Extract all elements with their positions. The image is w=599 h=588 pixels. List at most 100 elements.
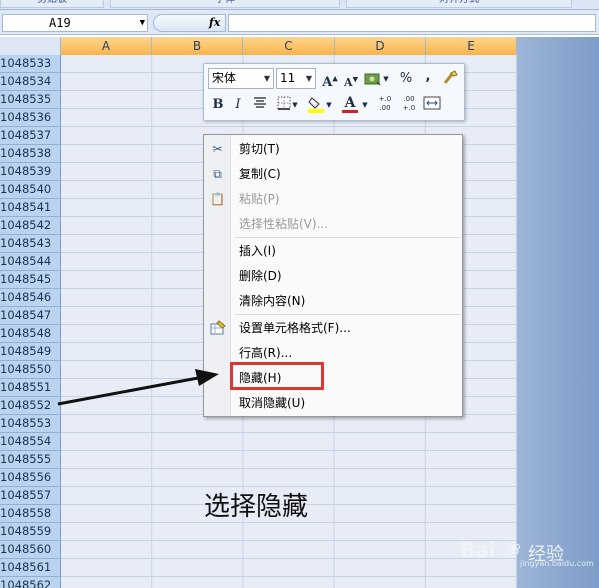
merge-center-icon	[423, 96, 441, 110]
insert-function-button[interactable]: fx	[153, 14, 226, 32]
row-header[interactable]: 1048534	[0, 73, 61, 91]
shrink-font-button[interactable]: A▼	[341, 69, 361, 89]
row-header[interactable]: 1048560	[0, 541, 61, 559]
menu-item-paste-special: 选择性粘贴(V)...	[204, 212, 462, 236]
row-header[interactable]: 1048533	[0, 55, 61, 73]
row-header[interactable]: 1048561	[0, 559, 61, 577]
decrease-decimal-button[interactable]: .00 +.0	[398, 95, 420, 115]
menu-item-format-cells[interactable]: 设置单元格格式(F)...	[204, 316, 462, 340]
font-size-select[interactable]: 11 ▼	[276, 68, 316, 89]
align-center-icon	[254, 97, 266, 108]
row-header[interactable]: 1048545	[0, 271, 61, 289]
menu-item-unhide[interactable]: 取消隐藏(U)	[204, 391, 462, 415]
chevron-down-icon[interactable]: ▼	[324, 95, 334, 115]
menu-item-cut[interactable]: ✂ 剪切(T)	[204, 137, 462, 161]
menu-item-insert[interactable]: 插入(I)	[204, 239, 462, 263]
increase-decimal-icon: +.0 .00	[378, 95, 392, 112]
row-header[interactable]: 1048540	[0, 181, 61, 199]
grow-font-button[interactable]: A▲	[320, 69, 340, 91]
row-header[interactable]: 1048562	[0, 577, 61, 588]
grow-font-icon: A▲	[322, 74, 338, 91]
row-header[interactable]: 1048559	[0, 523, 61, 541]
row-header[interactable]: 1048556	[0, 469, 61, 487]
bold-button[interactable]: B	[208, 95, 228, 115]
row-header[interactable]: 1048557	[0, 487, 61, 505]
column-header-d[interactable]: D	[335, 37, 426, 55]
row-header[interactable]: 1048541	[0, 199, 61, 217]
chevron-down-icon[interactable]: ▼	[290, 95, 300, 115]
fx-icon: fx	[209, 16, 221, 29]
row-header[interactable]: 1048535	[0, 91, 61, 109]
select-all-corner[interactable]	[0, 37, 61, 55]
column-header-b[interactable]: B	[152, 37, 243, 55]
format-painter-button[interactable]	[440, 69, 460, 89]
row-header[interactable]: 1048539	[0, 163, 61, 181]
row-header[interactable]: 1048550	[0, 361, 61, 379]
row-header[interactable]: 1048553	[0, 415, 61, 433]
window-background	[517, 37, 599, 588]
menu-item-label: 选择性粘贴(V)...	[239, 217, 329, 231]
font-color-button[interactable]: A	[340, 93, 360, 113]
ribbon-strip: 剪贴板 字体 对齐方式	[0, 0, 599, 10]
row-header[interactable]: 1048542	[0, 217, 61, 235]
watermark-brand: Bai	[460, 538, 496, 562]
italic-button[interactable]: I	[228, 95, 248, 115]
merge-center-button[interactable]	[422, 95, 442, 115]
row-headers: 1048533 1048534 1048535 1048536 1048537 10485…	[0, 55, 61, 588]
increase-decimal-button[interactable]: +.0 .00	[374, 95, 396, 115]
accounting-format-button[interactable]	[363, 69, 383, 89]
menu-separator	[235, 237, 460, 238]
formula-input[interactable]	[228, 14, 596, 32]
center-align-button[interactable]	[250, 95, 270, 115]
chevron-down-icon[interactable]: ▼	[381, 69, 391, 89]
format-painter-icon	[443, 70, 458, 84]
name-box-value: A19	[49, 16, 71, 30]
menu-item-delete[interactable]: 删除(D)	[204, 264, 462, 288]
percent-style-button[interactable]: %	[396, 69, 416, 89]
font-size-value: 11	[280, 71, 296, 85]
row-header[interactable]: 1048555	[0, 451, 61, 469]
row-header[interactable]: 1048554	[0, 433, 61, 451]
menu-item-label: 取消隐藏(U)	[239, 396, 306, 410]
format-cells-icon	[209, 320, 226, 336]
row-header[interactable]: 1048551	[0, 379, 61, 397]
column-header-e[interactable]: E	[426, 37, 517, 55]
row-header[interactable]: 1048549	[0, 343, 61, 361]
row-header[interactable]: 1048536	[0, 109, 61, 127]
menu-item-label: 删除(D)	[239, 269, 282, 283]
baidu-jingyan-watermark: Bai ❀ 经验 jingyan.baidu.com	[460, 532, 594, 568]
chevron-down-icon[interactable]: ▼	[140, 15, 145, 31]
row-header[interactable]: 1048558	[0, 505, 61, 523]
row-header[interactable]: 1048538	[0, 145, 61, 163]
row-header[interactable]: 1048547	[0, 307, 61, 325]
comma-style-button[interactable]: ,	[418, 67, 438, 87]
row-header[interactable]: 1048548	[0, 325, 61, 343]
shrink-font-icon: A▼	[344, 74, 358, 89]
row-header[interactable]: 1048552	[0, 397, 61, 415]
chevron-down-icon[interactable]: ▼	[360, 95, 370, 115]
menu-item-label: 剪切(T)	[239, 142, 280, 156]
font-name-select[interactable]: 宋体 ▼	[208, 68, 274, 89]
column-header-a[interactable]: A	[61, 37, 152, 55]
row-header[interactable]: 1048544	[0, 253, 61, 271]
paste-icon: 📋	[210, 192, 225, 206]
menu-item-copy[interactable]: ⧉ 复制(C)	[204, 162, 462, 186]
scissors-icon: ✂	[212, 142, 223, 156]
formula-bar: A19 ▼ fx	[0, 10, 599, 35]
ribbon-group-clipboard: 剪贴板	[0, 0, 104, 8]
paint-bucket-icon	[308, 97, 324, 113]
menu-item-label: 清除内容(N)	[239, 294, 306, 308]
menu-item-clear-contents[interactable]: 清除内容(N)	[204, 289, 462, 313]
row-header[interactable]: 1048543	[0, 235, 61, 253]
chevron-down-icon: ▼	[305, 74, 312, 83]
menu-item-label: 插入(I)	[239, 244, 276, 258]
name-box[interactable]: A19 ▼	[2, 14, 148, 32]
decrease-decimal-icon: .00 +.0	[402, 95, 416, 112]
ribbon-group-font: 字体	[110, 0, 340, 8]
row-header[interactable]: 1048546	[0, 289, 61, 307]
fill-color-button[interactable]	[306, 95, 326, 115]
row-header[interactable]: 1048537	[0, 127, 61, 145]
menu-separator	[235, 314, 460, 315]
column-header-c[interactable]: C	[243, 37, 335, 55]
menu-item-label: 粘贴(P)	[239, 192, 280, 206]
